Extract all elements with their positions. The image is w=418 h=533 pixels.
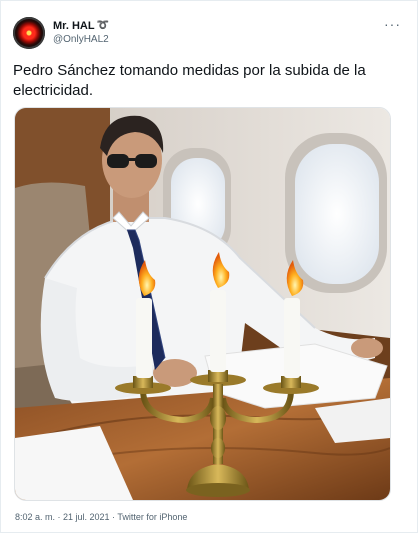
- author-display-name[interactable]: Mr. HAL ➰: [53, 19, 109, 33]
- tweet-timestamp[interactable]: 8:02 a. m. · 21 jul. 2021 · Twitter for …: [15, 511, 187, 523]
- tweet-header: Mr. HAL ➰ @OnlyHAL2 ···: [13, 17, 405, 53]
- avatar[interactable]: [13, 17, 45, 49]
- tweet-text: Pedro Sánchez tomando medidas por la sub…: [13, 62, 366, 99]
- tweet-photo[interactable]: [14, 107, 391, 501]
- display-name-text: Mr. HAL: [53, 20, 95, 32]
- author-handle[interactable]: @OnlyHAL2: [53, 33, 109, 47]
- man-on-private-jet-with-candelabra-image: [15, 108, 390, 500]
- tweet-card: Mr. HAL ➰ @OnlyHAL2 ··· Pedro Sánchez to…: [0, 0, 418, 533]
- more-options-icon[interactable]: ···: [384, 17, 401, 31]
- name-symbol: ➰: [96, 20, 110, 31]
- author-names[interactable]: Mr. HAL ➰ @OnlyHAL2: [53, 19, 109, 47]
